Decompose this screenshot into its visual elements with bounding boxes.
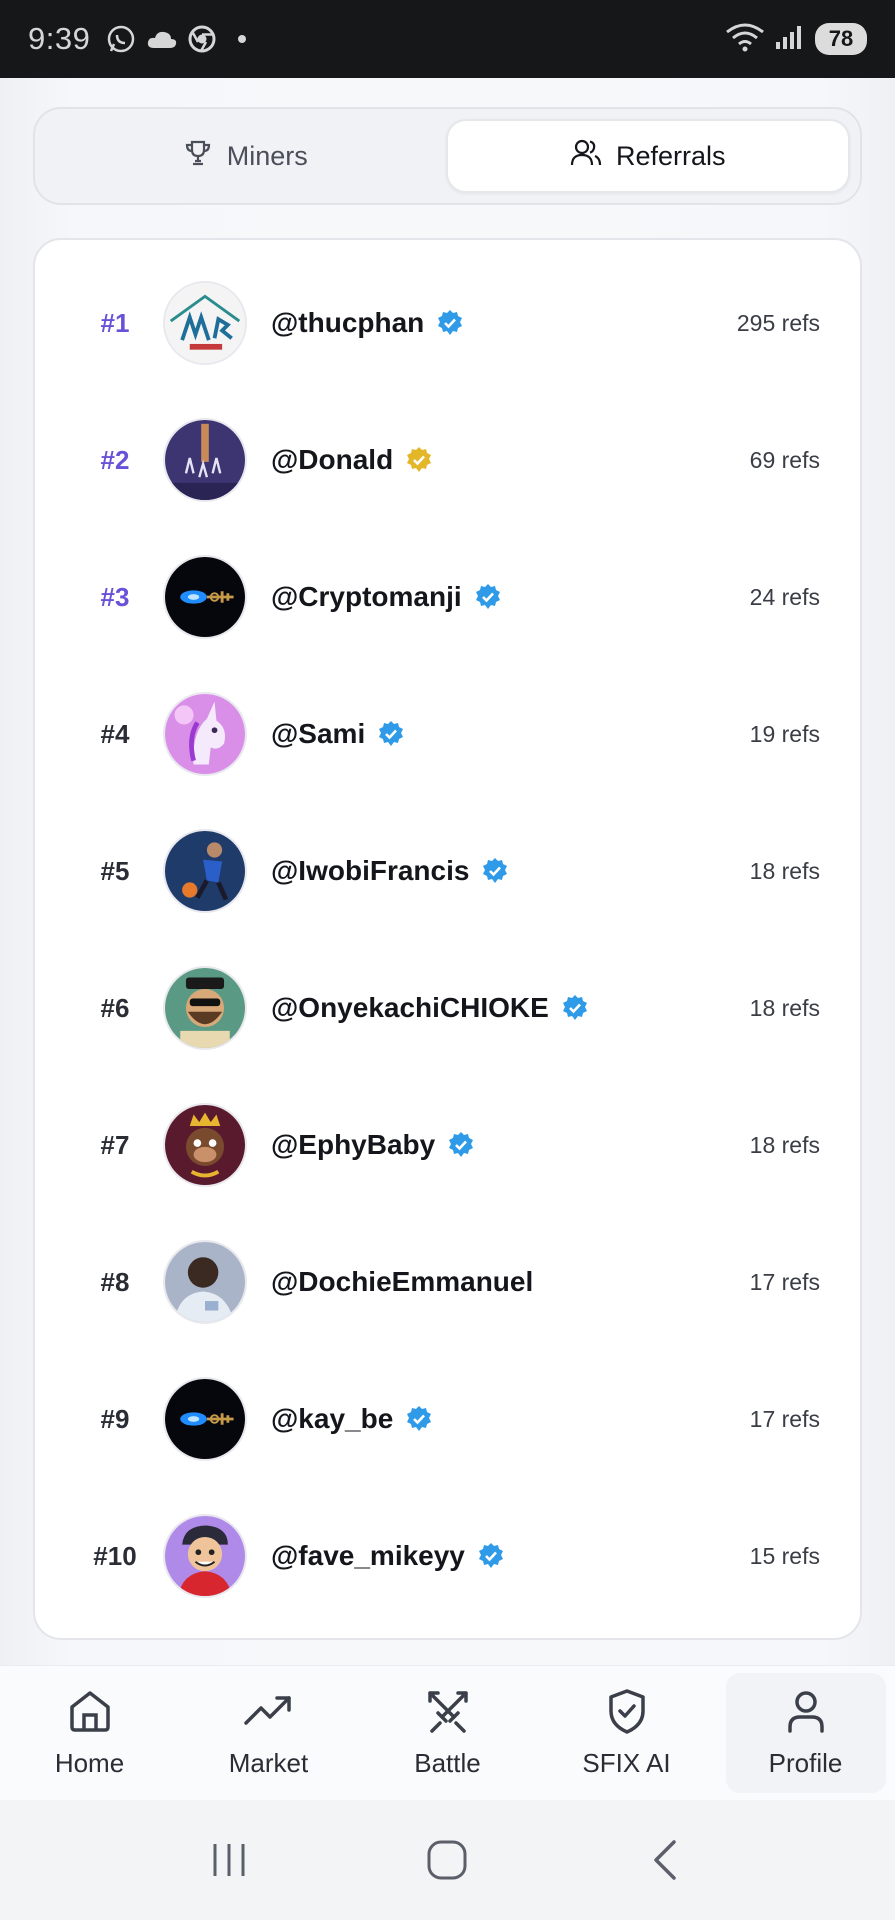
- avatar: [163, 1377, 247, 1461]
- rank-label: #5: [100, 855, 130, 886]
- rank-label: #7: [100, 1129, 130, 1160]
- rank-label: #1: [100, 307, 130, 338]
- dot-icon: [238, 35, 247, 43]
- nav-battle[interactable]: Battle: [368, 1673, 528, 1793]
- whatsapp-icon: [106, 24, 136, 54]
- nav-home-label: Home: [54, 1748, 125, 1778]
- nav-battle-label: Battle: [414, 1748, 481, 1778]
- status-time: 9:39: [28, 21, 91, 56]
- username: @Donald: [271, 444, 394, 475]
- leaderboard-row[interactable]: #8 @DochieEmmanuel 17 refs: [35, 1227, 860, 1337]
- bottom-navigation: Home Market Battle SFIX AI Profile: [0, 1665, 895, 1800]
- home-circle-icon[interactable]: [407, 1820, 487, 1900]
- avatar: [163, 1240, 247, 1324]
- avatar: [163, 418, 247, 502]
- avatar: [163, 692, 247, 776]
- leaderboard-row[interactable]: #1 @thucphan 295 refs: [35, 268, 860, 378]
- back-icon[interactable]: [626, 1820, 706, 1900]
- tab-miners-label: Miners: [226, 140, 308, 171]
- rank-label: #6: [100, 992, 130, 1023]
- nav-profile-label: Profile: [768, 1748, 843, 1778]
- avatar: [163, 829, 247, 913]
- referral-count: 17 refs: [749, 1405, 820, 1432]
- system-navigation-bar: [0, 1800, 895, 1920]
- referral-count: 18 refs: [749, 857, 820, 884]
- chrome-icon: [188, 25, 216, 53]
- recent-apps-icon[interactable]: [189, 1820, 269, 1900]
- verified-gold-badge-icon: [405, 446, 433, 474]
- leaderboard-row[interactable]: #4 @Sami 19 refs: [35, 679, 860, 789]
- referral-count: 18 refs: [749, 994, 820, 1021]
- signal-icon: [775, 24, 805, 55]
- user-icon: [782, 1687, 830, 1740]
- username: @fave_mikeyy: [271, 1540, 465, 1571]
- trending-up-icon: [243, 1687, 295, 1740]
- referral-count: 18 refs: [749, 1131, 820, 1158]
- tab-miners[interactable]: Miners: [45, 119, 446, 193]
- referral-count: 69 refs: [749, 446, 820, 473]
- battery-icon: 78: [815, 23, 867, 55]
- referral-count: 295 refs: [736, 309, 820, 336]
- username: @OnyekachiCHIOKE: [271, 992, 549, 1023]
- verified-badge-icon: [474, 583, 502, 611]
- home-icon: [66, 1687, 114, 1740]
- username: @thucphan: [271, 307, 425, 338]
- verified-badge-icon: [436, 309, 464, 337]
- status-bar: 9:39 78: [0, 0, 895, 78]
- referral-count: 19 refs: [749, 720, 820, 747]
- username: @Cryptomanji: [271, 581, 462, 612]
- nav-market[interactable]: Market: [189, 1673, 349, 1793]
- rank-label: #10: [93, 1540, 137, 1571]
- leaderboard-tabs: Miners Referrals: [33, 107, 862, 205]
- shield-check-icon: [603, 1687, 651, 1740]
- nav-market-label: Market: [228, 1748, 309, 1778]
- nav-profile[interactable]: Profile: [725, 1673, 886, 1793]
- wifi-icon: [725, 22, 765, 57]
- nav-sfix-ai[interactable]: SFIX AI: [547, 1673, 707, 1793]
- username: @Sami: [271, 718, 366, 749]
- verified-badge-icon: [447, 1131, 475, 1159]
- avatar: [163, 966, 247, 1050]
- rank-label: #4: [100, 718, 130, 749]
- verified-badge-icon: [377, 720, 405, 748]
- nav-home[interactable]: Home: [10, 1673, 170, 1793]
- leaderboard-row[interactable]: #6 @OnyekachiCHIOKE 18 refs: [35, 953, 860, 1063]
- referral-count: 24 refs: [749, 583, 820, 610]
- rank-label: #2: [100, 444, 130, 475]
- verified-badge-icon: [561, 994, 589, 1022]
- verified-badge-icon: [405, 1405, 433, 1433]
- users-icon: [570, 138, 602, 175]
- leaderboard-row[interactable]: #7 @EphyBaby 18 refs: [35, 1090, 860, 1200]
- leaderboard-row[interactable]: #5 @IwobiFrancis 18 refs: [35, 816, 860, 926]
- verified-badge-icon: [481, 857, 509, 885]
- referral-leaderboard: #1 @thucphan 295 refs #2 @Donald 69 refs…: [33, 238, 862, 1640]
- username: @kay_be: [271, 1403, 394, 1434]
- rank-label: #3: [100, 581, 130, 612]
- tab-referrals-label: Referrals: [615, 140, 726, 171]
- username: @EphyBaby: [271, 1129, 436, 1160]
- referral-count: 17 refs: [749, 1268, 820, 1295]
- cloud-icon: [146, 27, 178, 51]
- verified-badge-icon: [477, 1542, 505, 1570]
- swords-icon: [424, 1687, 472, 1740]
- trophy-icon: [183, 138, 213, 175]
- leaderboard-row[interactable]: #10 @fave_mikeyy 15 refs: [35, 1501, 860, 1611]
- tab-referrals[interactable]: Referrals: [445, 119, 850, 193]
- leaderboard-row[interactable]: #3 @Cryptomanji 24 refs: [35, 542, 860, 652]
- rank-label: #9: [100, 1403, 130, 1434]
- avatar: [163, 1103, 247, 1187]
- leaderboard-row[interactable]: #9 @kay_be 17 refs: [35, 1364, 860, 1474]
- referral-count: 15 refs: [749, 1542, 820, 1569]
- avatar: [163, 555, 247, 639]
- leaderboard-row[interactable]: #2 @Donald 69 refs: [35, 405, 860, 515]
- avatar: [163, 281, 247, 365]
- username: @DochieEmmanuel: [271, 1266, 534, 1297]
- avatar: [163, 1514, 247, 1598]
- nav-sfix-ai-label: SFIX AI: [582, 1748, 671, 1778]
- rank-label: #8: [100, 1266, 130, 1297]
- username: @IwobiFrancis: [271, 855, 470, 886]
